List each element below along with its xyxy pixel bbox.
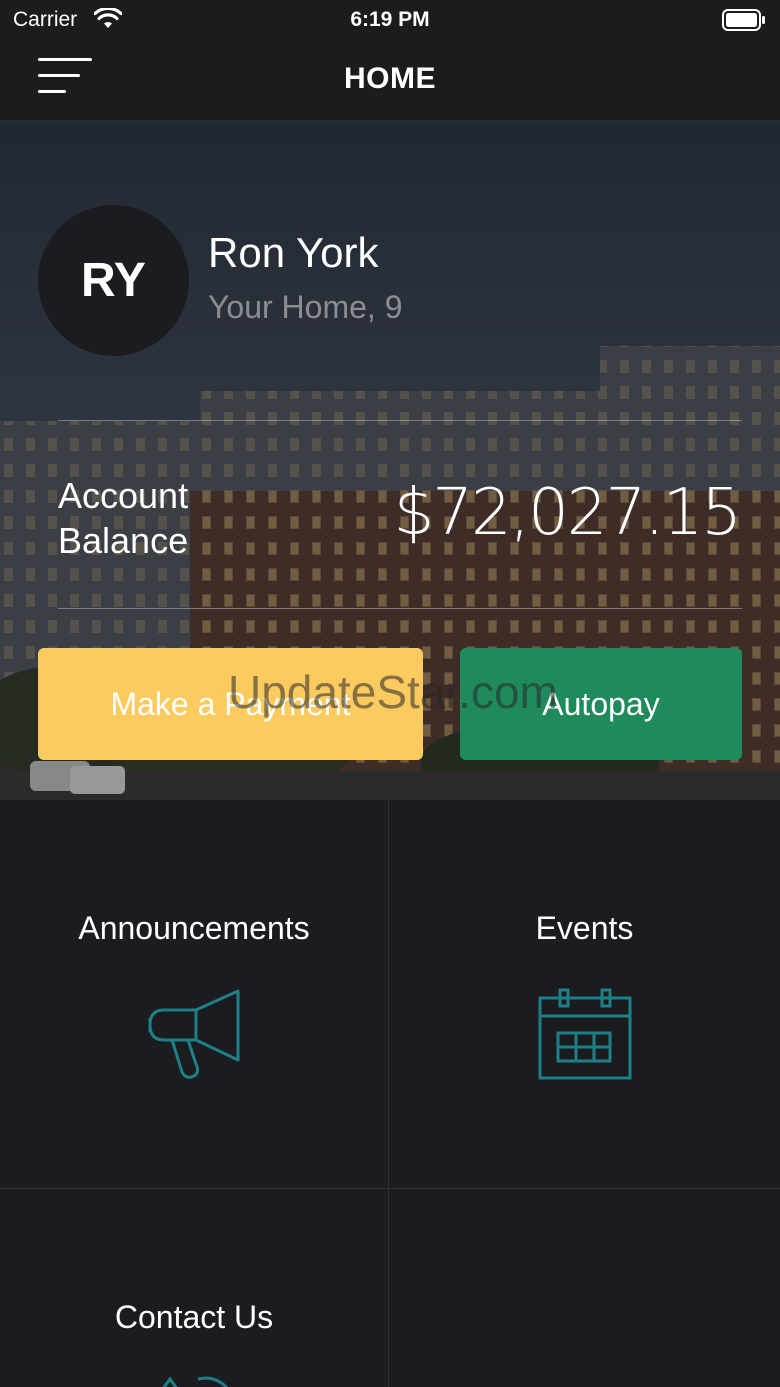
balance-value: $72,027.15 <box>393 476 742 550</box>
balance-label: Account Balance <box>58 475 189 561</box>
feature-grid: Announcements Events Contact Us <box>0 800 780 1387</box>
tile-empty <box>389 1189 780 1387</box>
nav-bar: HOME <box>0 40 780 121</box>
status-time: 6:19 PM <box>350 8 430 31</box>
user-unit: Your Home, 9 <box>208 289 403 325</box>
contact-icon <box>162 1376 229 1387</box>
divider <box>58 420 742 421</box>
tile-contact-us[interactable]: Contact Us <box>0 1189 389 1387</box>
avatar: RY <box>38 205 189 356</box>
tile-label: Events <box>535 910 634 946</box>
tile-label: Contact Us <box>114 1299 274 1335</box>
hamburger-icon <box>38 58 92 61</box>
user-name: Ron York <box>208 229 379 276</box>
divider <box>58 608 742 609</box>
hero-banner: RY Ron York Your Home, 9 Account Balance… <box>0 121 780 800</box>
page-title: HOME <box>344 62 436 95</box>
megaphone-icon <box>148 989 240 1079</box>
calendar-icon <box>538 988 631 1080</box>
tile-events[interactable]: Events <box>389 800 780 1189</box>
status-bar: Carrier 6:19 PM <box>0 0 780 40</box>
tile-label: Announcements <box>78 910 310 946</box>
make-payment-button[interactable]: Make a Payment <box>38 648 423 760</box>
battery-icon <box>722 9 765 31</box>
autopay-button[interactable]: Autopay <box>460 648 742 760</box>
tile-announcements[interactable]: Announcements <box>0 800 389 1189</box>
